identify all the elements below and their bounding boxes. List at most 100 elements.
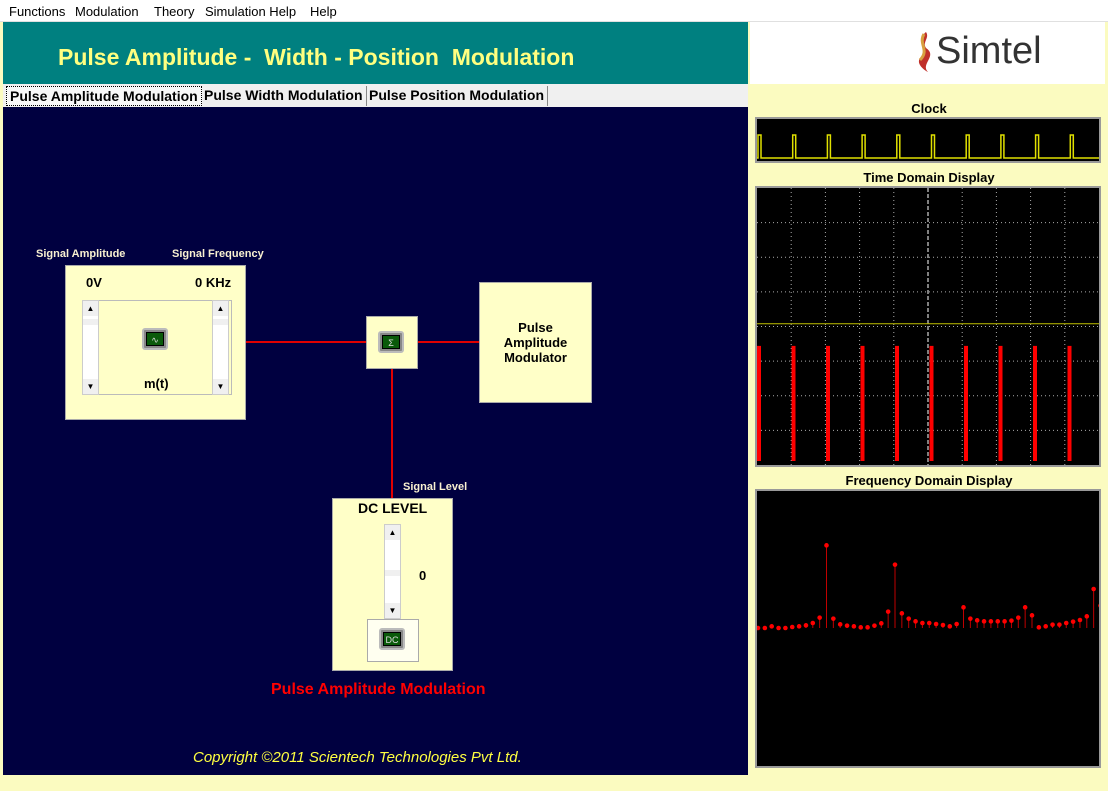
pulse-bar	[1067, 345, 1072, 461]
spectrum-point	[920, 620, 925, 626]
signal-level-label: Signal Level	[403, 481, 468, 493]
spectrum-point	[961, 605, 966, 610]
spectrum-point	[995, 619, 1001, 624]
spectrum-point	[1070, 619, 1076, 624]
spectrum-point	[947, 624, 953, 629]
spectrum-point	[1063, 620, 1069, 626]
pulse-bar	[791, 345, 796, 461]
wire	[418, 341, 480, 343]
pulse-bar	[860, 345, 865, 461]
scroll-down-arrow[interactable]: ▼	[83, 379, 98, 394]
spectrum-point	[837, 622, 843, 627]
time-domain-title: Time Domain Display	[863, 170, 995, 185]
menu-help[interactable]: Help	[310, 4, 337, 19]
spectrum-point	[1091, 586, 1096, 592]
spectrum-point	[906, 616, 911, 621]
spectrum-point	[872, 623, 877, 628]
spectrum-point	[954, 621, 959, 627]
frequency-domain-title: Frequency Domain Display	[845, 473, 1013, 488]
spectrum-point	[796, 624, 802, 629]
menu-simulation-help[interactable]: Simulation Help	[205, 4, 296, 19]
clock-waveform	[757, 134, 1099, 159]
spectrum-point	[817, 615, 822, 620]
pulse-bar	[929, 345, 934, 461]
spectrum-point	[1050, 622, 1055, 627]
pulse-bar	[895, 345, 899, 461]
spectrum-point	[981, 619, 987, 624]
spectrum-point	[974, 618, 980, 623]
spectrum-point	[810, 620, 816, 626]
mode-title: Pulse Amplitude Modulation	[271, 681, 486, 698]
amplitude-scrollbar[interactable]: ▲ ▼	[82, 300, 99, 395]
signal-amplitude-label: Signal Amplitude	[36, 248, 126, 260]
tab-pam[interactable]: Pulse Amplitude Modulation	[6, 86, 202, 106]
sine-wave-icon[interactable]: ∿	[142, 328, 168, 350]
spectrum-point	[899, 611, 905, 616]
scroll-down-arrow[interactable]: ▼	[385, 603, 400, 618]
pulse-bar	[1033, 345, 1037, 461]
spectrum-point	[1022, 605, 1028, 610]
spectrum-point	[988, 619, 994, 624]
signal-name: m(t)	[144, 376, 169, 391]
time-domain-display	[755, 186, 1101, 467]
summer-block: Σ	[366, 316, 418, 369]
spectrum-point	[1077, 617, 1083, 623]
wire	[246, 341, 366, 343]
frequency-value: 0 KHz	[195, 275, 232, 290]
scroll-thumb[interactable]	[213, 319, 228, 325]
logo-text: Simtel	[936, 30, 1042, 72]
dc-button[interactable]: DC	[367, 619, 419, 662]
scroll-down-arrow[interactable]: ▼	[213, 379, 228, 394]
spectrum-point	[1029, 613, 1035, 618]
scroll-thumb[interactable]	[385, 570, 400, 576]
wire	[391, 369, 393, 498]
dc-icon: DC	[379, 628, 405, 650]
spectrum-point	[926, 620, 932, 626]
pulse-bar	[998, 345, 1003, 461]
signal-generator-block: 0V 0 KHz ▲ ▼ ▲ ▼ ∿ m(t)	[65, 265, 246, 420]
spectrum-point	[783, 625, 788, 631]
dc-level-scrollbar[interactable]: ▲ ▼	[384, 524, 401, 619]
spectrum-point	[858, 625, 864, 630]
pulse-bar	[826, 345, 830, 461]
menu-functions[interactable]: Functions	[9, 4, 65, 19]
menu-theory[interactable]: Theory	[154, 4, 194, 19]
dc-level-block: DC LEVEL ▲ ▼ 0 DC	[332, 498, 453, 671]
spectrum-point	[1002, 619, 1007, 624]
spectrum-point	[789, 624, 795, 630]
sigma-icon[interactable]: Σ	[378, 331, 404, 353]
frequency-scrollbar[interactable]: ▲ ▼	[212, 300, 229, 395]
spectrum-point	[803, 623, 809, 628]
spectrum-point	[1098, 603, 1099, 608]
tab-pwm[interactable]: Pulse Width Modulation	[201, 86, 367, 106]
tab-ppm[interactable]: Pulse Position Modulation	[366, 86, 548, 106]
spectrum-point	[1057, 622, 1062, 627]
spectrum-point	[1043, 624, 1048, 629]
dc-level-value: 0	[419, 568, 427, 583]
tab-bar: Pulse Amplitude Modulation Pulse Width M…	[3, 84, 748, 107]
spectrum-point	[913, 619, 918, 624]
spectrum-point	[824, 543, 829, 548]
scroll-thumb[interactable]	[83, 319, 98, 325]
frequency-domain-display	[755, 489, 1101, 768]
spectrum-point	[1016, 615, 1021, 620]
spectrum-point	[769, 624, 774, 629]
signal-frequency-label: Signal Frequency	[172, 248, 264, 260]
modulator-block[interactable]: Pulse Amplitude Modulator	[479, 282, 592, 403]
clock-title: Clock	[911, 101, 947, 116]
logo: Simtel	[750, 22, 1105, 84]
scroll-up-arrow[interactable]: ▲	[385, 525, 400, 540]
spectrum-point	[1036, 625, 1042, 630]
header: Pulse Amplitude - Width - Position Modul…	[3, 22, 748, 84]
spectrum-point	[844, 623, 850, 628]
amplitude-value: 0V	[86, 275, 102, 290]
spectrum-point	[968, 616, 973, 621]
spectrum-point	[1009, 618, 1014, 623]
simulation-canvas: Signal Amplitude Signal Frequency 0V 0 K…	[3, 107, 748, 775]
copyright: Copyright ©2011 Scientech Technologies P…	[193, 749, 522, 766]
scroll-up-arrow[interactable]: ▲	[83, 301, 98, 316]
menu-bar: Functions Modulation Theory Simulation H…	[0, 0, 1108, 22]
spectrum-point	[892, 562, 898, 567]
menu-modulation[interactable]: Modulation	[75, 4, 139, 19]
scroll-up-arrow[interactable]: ▲	[213, 301, 228, 316]
